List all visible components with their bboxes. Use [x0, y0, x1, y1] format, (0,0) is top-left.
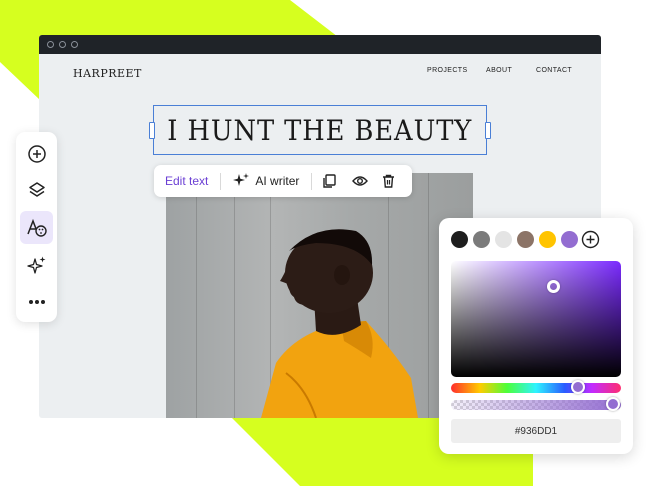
window-dot-icon[interactable]: [47, 41, 54, 48]
browser-titlebar: [39, 35, 601, 54]
color-swatch[interactable]: [473, 231, 490, 248]
hue-slider[interactable]: [451, 380, 621, 394]
edit-text-button[interactable]: Edit text: [165, 174, 208, 188]
hue-handle[interactable]: [571, 380, 585, 394]
color-swatch[interactable]: [517, 231, 534, 248]
eye-icon[interactable]: [352, 175, 369, 187]
add-color-icon[interactable]: [581, 230, 600, 249]
more-icon: [28, 299, 45, 304]
text-style-button[interactable]: [20, 211, 53, 244]
saturation-area[interactable]: [451, 261, 621, 377]
color-swatch[interactable]: [451, 231, 468, 248]
copy-icon[interactable]: [322, 173, 337, 189]
window-dot-icon[interactable]: [59, 41, 66, 48]
color-swatch[interactable]: [539, 231, 556, 248]
sparkle-icon: [233, 173, 250, 186]
portrait-figure: [261, 229, 418, 418]
resize-handle-left[interactable]: [149, 122, 155, 139]
window-dot-icon[interactable]: [71, 41, 78, 48]
hex-color-input[interactable]: #936DD1: [451, 419, 621, 443]
layers-icon: [28, 181, 45, 197]
color-swatch[interactable]: [561, 231, 578, 248]
more-button[interactable]: [20, 285, 53, 318]
toolbar-divider: [311, 172, 313, 190]
opacity-handle[interactable]: [606, 397, 620, 411]
ai-writer-button[interactable]: AI writer: [233, 173, 299, 189]
page-headline[interactable]: I HUNT THE BEAUTY: [168, 114, 473, 147]
nav-projects[interactable]: PROJECTS: [427, 67, 468, 74]
sparkle-icon: [26, 256, 45, 274]
hero-photo[interactable]: [166, 173, 473, 418]
nav-about[interactable]: ABOUT: [486, 67, 512, 74]
toolbar-divider: [220, 172, 222, 190]
text-style-icon: [26, 218, 47, 237]
color-swatch[interactable]: [495, 231, 512, 248]
text-toolbar: Edit text AI writer: [154, 165, 412, 197]
color-picker-panel: #936DD1: [439, 218, 633, 454]
editor-sidebar: [16, 132, 57, 322]
add-button[interactable]: [20, 137, 53, 170]
ai-tools-button[interactable]: [20, 248, 53, 281]
saturation-handle[interactable]: [547, 280, 560, 293]
add-icon: [27, 144, 46, 163]
nav-contact[interactable]: CONTACT: [536, 67, 572, 74]
layers-button[interactable]: [20, 173, 53, 206]
ai-writer-label: AI writer: [255, 174, 300, 188]
headline-selection[interactable]: I HUNT THE BEAUTY: [149, 105, 491, 155]
trash-icon[interactable]: [382, 174, 395, 188]
resize-handle-right[interactable]: [485, 122, 491, 139]
site-logo[interactable]: HARPREET: [73, 67, 142, 80]
opacity-slider[interactable]: [451, 397, 621, 411]
